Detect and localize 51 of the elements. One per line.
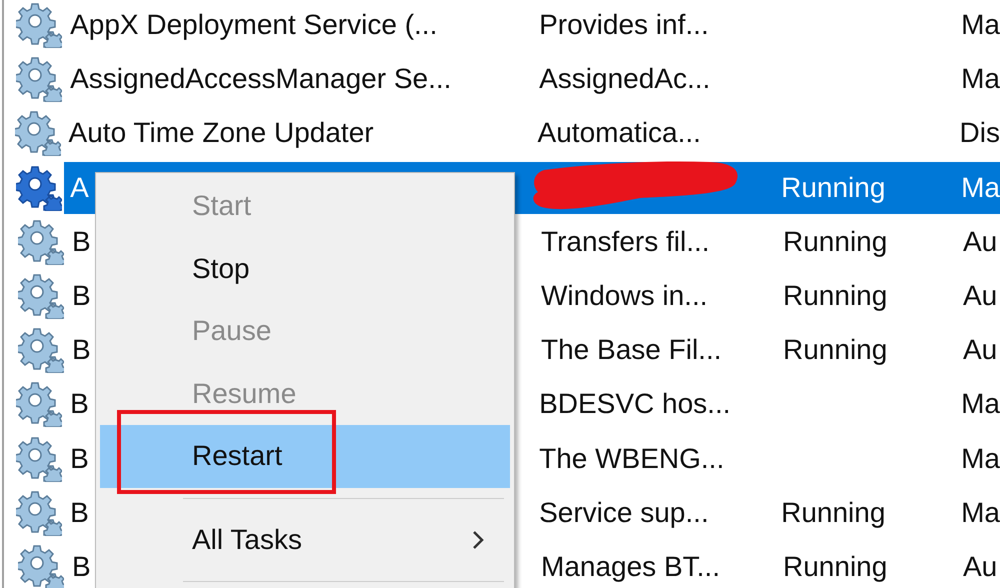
gear-icon [14, 110, 61, 156]
startup-type: Au [963, 334, 998, 366]
gear-icon [16, 490, 62, 536]
menu-item[interactable]: All Tasks [100, 508, 510, 571]
startup-type: Ma [961, 9, 1000, 42]
service-name: B [72, 226, 91, 258]
service-name: AppX Deployment Service (... [70, 9, 438, 42]
service-description: Service sup... [539, 496, 709, 529]
service-status: Running [783, 226, 888, 258]
startup-type: Ma [961, 63, 1000, 96]
service-description: Windows in... [541, 280, 708, 312]
chevron-right-icon [472, 530, 484, 550]
startup-type: Ma [961, 442, 1000, 475]
service-name: B [72, 334, 91, 366]
gear-icon [16, 436, 62, 482]
service-status: Running [783, 334, 888, 366]
startup-type: Au [963, 280, 998, 312]
service-status: Running [783, 280, 888, 312]
startup-type: Ma [961, 388, 1000, 420]
gear-icon [16, 164, 62, 211]
service-status: Running [783, 550, 888, 583]
startup-type: Au [963, 226, 998, 258]
startup-type: Dis [960, 117, 1000, 150]
service-name: AssignedAccessManager Se... [70, 63, 452, 96]
gear-icon [18, 273, 64, 320]
service-status: Running [781, 496, 886, 529]
startup-type: Ma [961, 496, 1000, 529]
service-name: Auto Time Zone Updater [68, 117, 374, 150]
service-description: AssignedAc... [539, 63, 710, 96]
service-description: Transfers fil... [541, 226, 710, 258]
service-name: B [72, 280, 91, 312]
startup-type: Au [963, 550, 998, 583]
service-description: The Base Fil... [541, 334, 722, 366]
gear-icon [16, 381, 62, 428]
service-description: Automatica... [538, 117, 701, 150]
service-description: BDESVC hos... [539, 388, 730, 420]
gear-icon [16, 56, 62, 102]
menu-item[interactable]: Stop [100, 238, 510, 300]
service-status: Running [781, 172, 886, 204]
service-name: A [70, 172, 89, 204]
startup-type: Ma [961, 172, 1000, 204]
service-description: Manages BT... [541, 550, 720, 583]
gear-icon [18, 218, 64, 265]
service-name: B [70, 442, 89, 475]
service-name: B [70, 496, 89, 529]
gear-icon [18, 327, 64, 374]
service-description: Provides inf... [539, 9, 709, 42]
service-name: B [70, 388, 89, 420]
service-name: B [72, 550, 91, 583]
service-description: The WBENG... [539, 442, 724, 475]
menu-item[interactable]: Restart [100, 425, 510, 488]
